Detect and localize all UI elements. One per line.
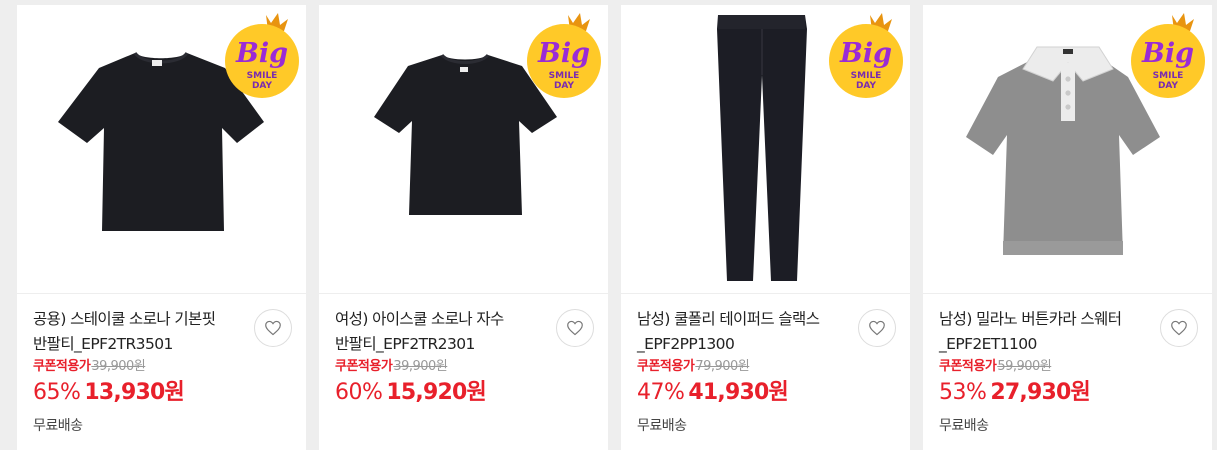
price-row: 47% 41,930원	[637, 378, 789, 409]
coupon-label: 쿠폰적용가	[637, 359, 695, 374]
coupon-price-row: 쿠폰적용가39,900원	[335, 359, 448, 375]
badge-big-text: Big	[235, 38, 288, 69]
discount-rate: 60%	[335, 380, 383, 405]
badge-smile-text: SMILE	[1153, 71, 1184, 81]
product-image[interactable]: Big SMILE DAY	[17, 5, 306, 293]
big-smile-day-badge: Big SMILE DAY	[1131, 13, 1205, 98]
badge-day-text: DAY	[856, 81, 877, 91]
badge-big-text: Big	[1141, 38, 1194, 69]
coupon-price-row: 쿠폰적용가79,900원	[637, 359, 750, 375]
price-row: 65% 13,930원	[33, 378, 185, 409]
original-price: 39,900원	[91, 359, 146, 374]
product-card[interactable]: Big SMILE DAY 공용) 스테이쿨 소로나 기본핏 반팔티_EPF2T…	[17, 5, 306, 450]
wishlist-button[interactable]	[254, 309, 292, 347]
coupon-label: 쿠폰적용가	[33, 359, 91, 374]
product-image[interactable]: Big SMILE DAY	[923, 5, 1212, 293]
wishlist-button[interactable]	[1160, 309, 1198, 347]
original-price: 59,900원	[997, 359, 1052, 374]
original-price: 39,900원	[393, 359, 448, 374]
badge-day-text: DAY	[252, 81, 273, 91]
coupon-label: 쿠폰적용가	[335, 359, 393, 374]
big-smile-day-badge: Big SMILE DAY	[527, 13, 601, 98]
coupon-price-row: 쿠폰적용가59,900원	[939, 359, 1052, 375]
badge-smile-text: SMILE	[247, 71, 278, 81]
sale-price: 13,930원	[84, 380, 184, 405]
original-price: 79,900원	[695, 359, 750, 374]
big-smile-day-badge: Big SMILE DAY	[225, 13, 299, 98]
sale-price: 27,930원	[990, 380, 1090, 405]
heart-icon	[265, 320, 281, 336]
badge-smile-text: SMILE	[851, 71, 882, 81]
product-title[interactable]: 여성) 아이스쿨 소로나 자수 반팔티_EPF2TR2301	[335, 307, 550, 357]
product-card[interactable]: Big SMILE DAY 남성) 쿨폴리 테이퍼드 슬랙스 _EPF2PP13…	[621, 5, 910, 450]
product-title[interactable]: 남성) 쿨폴리 테이퍼드 슬랙스 _EPF2PP1300	[637, 307, 852, 357]
divider	[319, 293, 608, 294]
price-row: 53% 27,930원	[939, 378, 1091, 409]
coupon-price-row: 쿠폰적용가39,900원	[33, 359, 146, 375]
product-title[interactable]: 공용) 스테이쿨 소로나 기본핏 반팔티_EPF2TR3501	[33, 307, 248, 357]
divider	[923, 293, 1212, 294]
coupon-label: 쿠폰적용가	[939, 359, 997, 374]
divider	[17, 293, 306, 294]
discount-rate: 53%	[939, 380, 987, 405]
product-image[interactable]: Big SMILE DAY	[621, 5, 910, 293]
badge-day-text: DAY	[1158, 81, 1179, 91]
badge-big-text: Big	[839, 38, 892, 69]
wishlist-button[interactable]	[858, 309, 896, 347]
price-row: 60% 15,920원	[335, 378, 487, 409]
product-title[interactable]: 남성) 밀라노 버튼카라 스웨터 _EPF2ET1100	[939, 307, 1154, 357]
sale-price: 41,930원	[688, 380, 788, 405]
heart-icon	[1171, 320, 1187, 336]
badge-big-text: Big	[537, 38, 590, 69]
divider	[621, 293, 910, 294]
shipping-info: 무료배송	[939, 418, 989, 434]
badge-smile-text: SMILE	[549, 71, 580, 81]
discount-rate: 47%	[637, 380, 685, 405]
product-grid: Big SMILE DAY 공용) 스테이쿨 소로나 기본핏 반팔티_EPF2T…	[0, 0, 1217, 450]
heart-icon	[869, 320, 885, 336]
product-card[interactable]: Big SMILE DAY 남성) 밀라노 버튼카라 스웨터 _EPF2ET11…	[923, 5, 1212, 450]
shipping-info: 무료배송	[33, 418, 83, 434]
badge-day-text: DAY	[554, 81, 575, 91]
product-image[interactable]: Big SMILE DAY	[319, 5, 608, 293]
discount-rate: 65%	[33, 380, 81, 405]
sale-price: 15,920원	[386, 380, 486, 405]
product-card[interactable]: Big SMILE DAY 여성) 아이스쿨 소로나 자수 반팔티_EPF2TR…	[319, 5, 608, 450]
big-smile-day-badge: Big SMILE DAY	[829, 13, 903, 98]
wishlist-button[interactable]	[556, 309, 594, 347]
shipping-info: 무료배송	[637, 418, 687, 434]
heart-icon	[567, 320, 583, 336]
